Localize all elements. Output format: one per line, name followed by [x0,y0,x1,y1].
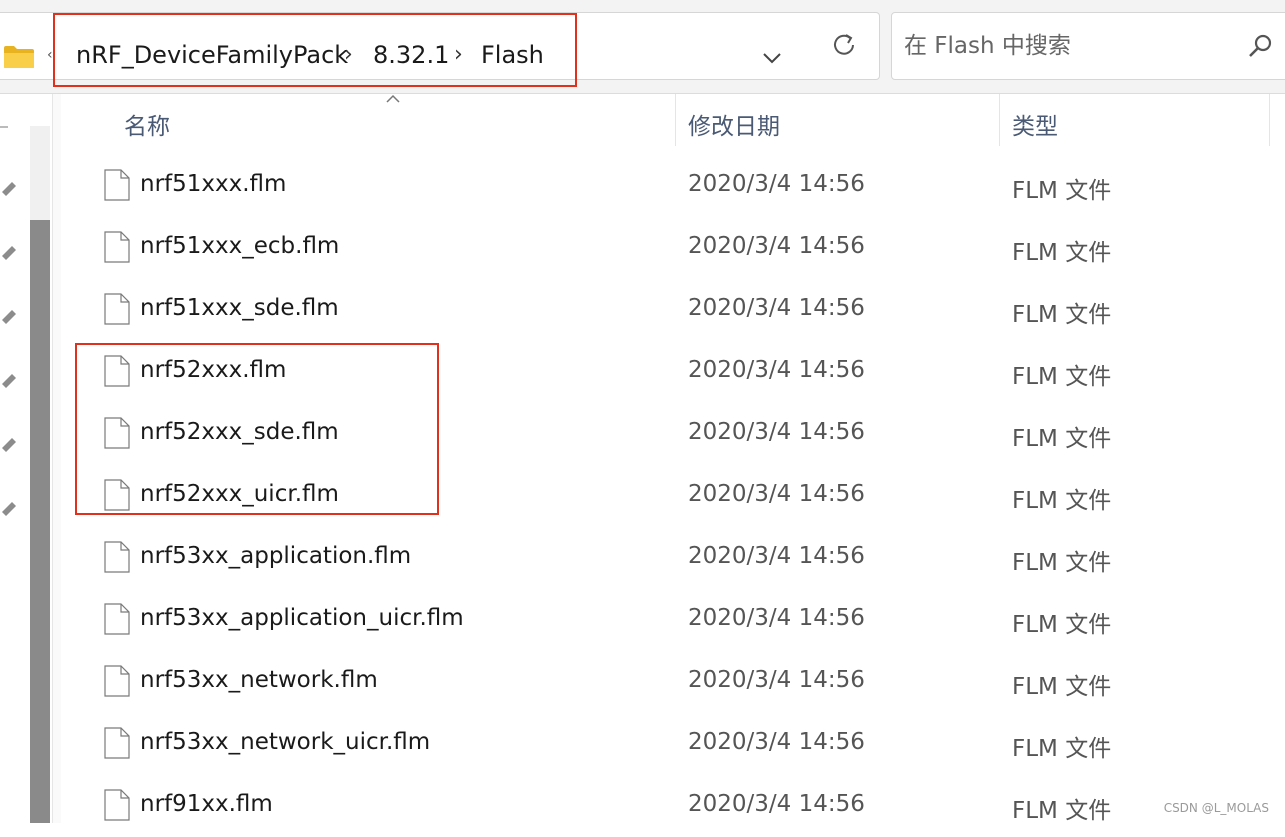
file-name[interactable]: nrf52xxx_sde.flm [140,419,339,445]
breadcrumb-separator-icon[interactable]: › [344,42,353,67]
file-row[interactable]: nrf51xxx_ecb.flm 2020/3/4 14:56 FLM 文件 [60,217,1285,279]
file-type: FLM 文件 [1012,364,1112,390]
file-icon [104,231,130,263]
file-modified-date: 2020/3/4 14:56 [688,667,865,693]
file-row[interactable]: nrf52xxx_uicr.flm 2020/3/4 14:56 FLM 文件 [60,465,1285,527]
file-icon [104,355,130,387]
file-icon [104,169,130,201]
file-icon [104,603,130,635]
file-modified-date: 2020/3/4 14:56 [688,295,865,321]
file-row[interactable]: nrf51xxx_sde.flm 2020/3/4 14:56 FLM 文件 [60,279,1285,341]
file-name[interactable]: nrf53xx_application_uicr.flm [140,605,464,631]
column-header-modified[interactable]: 修改日期 [676,94,1000,146]
chevron-down-icon[interactable] [757,43,787,73]
file-type: FLM 文件 [1012,488,1112,514]
file-row[interactable]: nrf52xxx_sde.flm 2020/3/4 14:56 FLM 文件 [60,403,1285,465]
file-type: FLM 文件 [1012,612,1112,638]
column-header-name[interactable]: 名称 [60,94,676,146]
column-header-name-label: 名称 [124,114,170,140]
pin-icon[interactable] [0,180,18,198]
pin-icon[interactable] [0,372,18,390]
file-modified-date: 2020/3/4 14:56 [688,481,865,507]
file-type: FLM 文件 [1012,302,1112,328]
breadcrumb-item[interactable]: nRF_DeviceFamilyPack [76,41,348,69]
file-icon [104,727,130,759]
file-type: FLM 文件 [1012,240,1112,266]
file-row[interactable]: nrf53xx_application_uicr.flm 2020/3/4 14:… [60,589,1285,651]
search-icon[interactable] [1246,33,1274,61]
breadcrumb-item[interactable]: Flash [481,41,544,69]
file-row[interactable]: nrf51xxx.flm 2020/3/4 14:56 FLM 文件 [60,155,1285,217]
file-row[interactable]: nrf53xx_application.flm 2020/3/4 14:56 FLM… [60,527,1285,589]
breadcrumb-item[interactable]: 8.32.1 [373,41,449,69]
file-icon [104,293,130,325]
file-name[interactable]: nrf91xx.flm [140,791,273,817]
file-name[interactable]: nrf53xx_network.flm [140,667,378,693]
refresh-icon[interactable] [826,27,862,63]
file-row[interactable]: nrf52xxx.flm 2020/3/4 14:56 FLM 文件 [60,341,1285,403]
breadcrumb-overflow-icon[interactable]: ‹ [47,47,53,63]
column-header-type[interactable]: 类型 [1000,94,1270,146]
sort-ascending-icon [386,94,400,103]
column-header-type-label: 类型 [1012,114,1058,140]
file-type: FLM 文件 [1012,674,1112,700]
file-type: FLM 文件 [1012,736,1112,762]
file-name[interactable]: nrf53xx_application.flm [140,543,411,569]
address-bar[interactable]: ‹ nRF_DeviceFamilyPack › 8.32.1 › Flash [0,12,880,80]
file-type: FLM 文件 [1012,426,1112,452]
file-type: FLM 文件 [1012,550,1112,576]
pin-icon[interactable] [0,500,18,518]
search-input[interactable] [904,31,1224,61]
nav-divider-mark [0,126,8,128]
file-row[interactable]: nrf91xx.flm 2020/3/4 14:56 FLM 文件 [60,775,1285,837]
file-modified-date: 2020/3/4 14:56 [688,357,865,383]
file-modified-date: 2020/3/4 14:56 [688,419,865,445]
search-box[interactable] [891,12,1285,80]
breadcrumb-separator-icon[interactable]: › [454,42,463,67]
watermark: CSDN @L_MOLAS [1163,801,1269,815]
file-modified-date: 2020/3/4 14:56 [688,791,865,817]
pin-icon[interactable] [0,436,18,454]
file-type: FLM 文件 [1012,798,1112,824]
file-modified-date: 2020/3/4 14:56 [688,729,865,755]
file-name[interactable]: nrf51xxx.flm [140,171,286,197]
column-header-modified-label: 修改日期 [688,114,780,140]
file-icon [104,417,130,449]
file-icon [104,789,130,821]
file-icon [104,479,130,511]
file-name[interactable]: nrf51xxx_sde.flm [140,295,339,321]
file-type: FLM 文件 [1012,178,1112,204]
folder-icon [4,46,34,68]
file-modified-date: 2020/3/4 14:56 [688,233,865,259]
file-icon [104,541,130,573]
file-icon [104,665,130,697]
file-modified-date: 2020/3/4 14:56 [688,171,865,197]
file-name[interactable]: nrf51xxx_ecb.flm [140,233,339,259]
file-modified-date: 2020/3/4 14:56 [688,543,865,569]
pin-icon[interactable] [0,308,18,326]
file-modified-date: 2020/3/4 14:56 [688,605,865,631]
pin-icon[interactable] [0,244,18,262]
file-name[interactable]: nrf53xx_network_uicr.flm [140,729,430,755]
file-row[interactable]: nrf53xx_network.flm 2020/3/4 14:56 FLM 文件 [60,651,1285,713]
file-name[interactable]: nrf52xxx.flm [140,357,286,383]
navigation-bar: ‹ nRF_DeviceFamilyPack › 8.32.1 › Flash [0,0,1285,94]
file-name[interactable]: nrf52xxx_uicr.flm [140,481,339,507]
file-row[interactable]: nrf53xx_network_uicr.flm 2020/3/4 14:56 FL… [60,713,1285,775]
nav-scrollbar-thumb[interactable] [30,220,50,823]
